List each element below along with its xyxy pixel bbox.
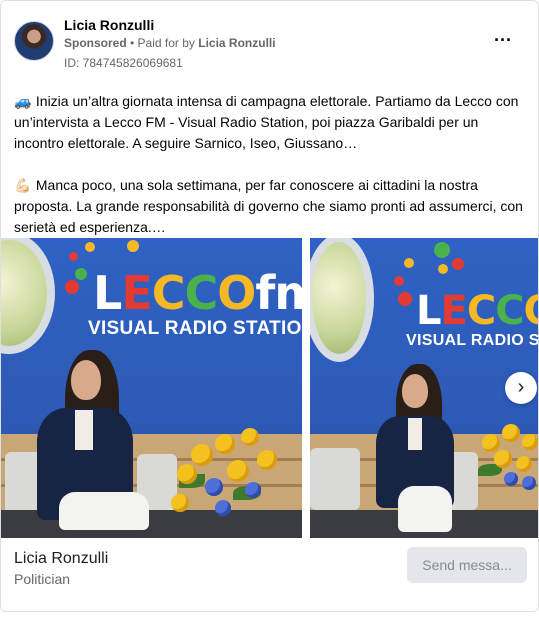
logo-letter: O [217,266,256,320]
footer-category: Politician [14,571,71,587]
cta-footer: Licia Ronzulli Politician Send messa... [1,538,538,611]
send-message-button[interactable]: Send messa... [407,547,527,583]
carousel-next-button[interactable]: › [505,372,537,404]
station-logo: LECCOfm [93,266,302,320]
ad-card: Licia Ronzulli Sponsored • Paid for by L… [0,0,539,612]
yellow-flower [494,450,512,468]
post-body: 🚙 Inizia un’altra giornata intensa di ca… [14,91,528,259]
post-header: Licia Ronzulli Sponsored • Paid for by L… [14,15,525,71]
logo-letter: C [495,288,524,334]
logo-dot [85,242,95,252]
yellow-flower [257,450,277,470]
flexed-biceps-icon: 💪🏻 [14,177,32,193]
logo-dot [452,258,464,270]
yellow-flower [522,434,538,450]
sponsored-label[interactable]: Sponsored [64,36,127,50]
logo-dot [69,252,78,261]
paragraph-text: Manca poco, una sola settimana, per far … [14,177,523,235]
station-subtitle: VISUAL RADIO STATION [88,318,302,339]
carousel-image-1[interactable]: LECCOfm VISUAL RADIO STATION [1,238,302,538]
ad-id: ID: 784745826069681 [64,56,183,70]
logo-dot [434,242,450,258]
logo-letter: E [121,266,152,320]
yellow-flower [241,428,259,446]
logo-dot [65,280,79,294]
paragraph-text: Inizia un’altra giornata intensa di camp… [14,93,519,151]
station-subtitle: VISUAL RADIO STATION [406,332,539,349]
author-avatar[interactable] [14,21,54,61]
sponsored-meta: Sponsored • Paid for by Licia Ronzulli [64,36,276,50]
blue-flower [245,482,261,498]
yellow-flower [177,464,197,484]
yellow-flower [171,494,189,512]
yellow-flower [227,460,249,482]
media-carousel: LECCOfm VISUAL RADIO STATION [1,238,539,538]
more-options-button[interactable]: ··· [491,31,515,53]
logo-letter: L [416,288,441,334]
yellow-flower [516,456,532,472]
person-shirt [408,418,422,450]
logo-dot [394,276,404,286]
logo-letter: fm [255,266,302,320]
post-paragraph: 💪🏻 Manca poco, una sola settimana, per f… [14,175,528,238]
blue-flower [205,478,223,496]
logo-dot [398,292,412,306]
person-face [71,360,101,400]
yellow-flower [482,434,500,452]
footer-page-name[interactable]: Licia Ronzulli [14,550,108,568]
cushion [310,448,360,510]
yellow-flower [502,424,520,442]
meta-separator: • [126,36,138,50]
logo-dot [438,264,448,274]
person-shirt [75,410,93,450]
post-paragraph: 🚙 Inizia un’altra giornata intensa di ca… [14,91,528,154]
logo-letter: C [466,288,496,334]
person-face [402,374,428,408]
logo-dot [75,268,87,280]
logo-letter: C [184,266,219,320]
yellow-flower [215,434,235,454]
logo-letter: O [524,288,538,334]
logo-dot [404,258,414,268]
person-pants [398,486,452,532]
author-name[interactable]: Licia Ronzulli [64,17,154,33]
logo-letter: L [93,266,122,320]
paid-for-name: Licia Ronzulli [198,36,276,50]
blue-flower [215,500,231,516]
yellow-flower [191,444,213,466]
station-logo: LECCOfm [416,288,538,334]
paid-for-prefix: Paid for by [137,36,199,50]
logo-letter: E [440,288,468,334]
blue-flower [522,476,536,490]
blue-flower [504,472,518,486]
car-icon: 🚙 [14,93,32,109]
logo-dot [127,240,139,252]
logo-letter: C [151,266,186,320]
person-pants [59,492,149,530]
